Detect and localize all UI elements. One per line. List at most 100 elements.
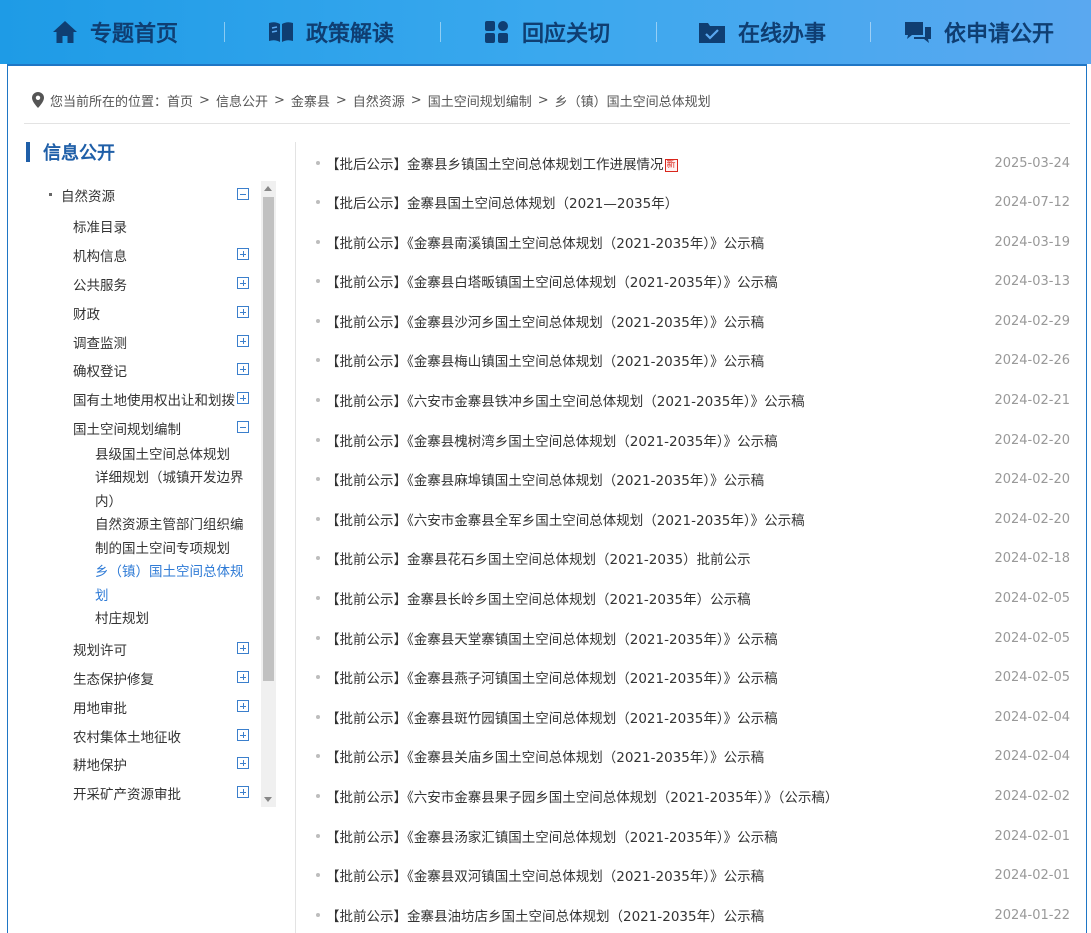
expand-icon[interactable] xyxy=(237,363,249,375)
scrollbar-thumb[interactable] xyxy=(263,197,274,681)
nav-item-label: 专题首页 xyxy=(90,22,179,47)
tree-item-farmland[interactable]: 耕地保护 xyxy=(73,754,127,774)
tree-item-land-approval[interactable]: 用地审批 xyxy=(73,697,127,717)
tree-item-eco-restore[interactable]: 生态保护修复 xyxy=(73,668,154,688)
list-item[interactable]: 【批前公示】《金寨县梅山镇国土空间总体规划（2021-2035年）》公示稿 202… xyxy=(316,350,1070,370)
nav-item-home[interactable]: 专题首页 xyxy=(52,0,178,64)
nav-item-application[interactable]: 依申请公开 xyxy=(904,0,1054,64)
list-item-title[interactable]: 【批前公示】《六安市金寨县铁冲乡国土空间总体规划（2021-2035年）》公示稿 xyxy=(326,390,994,410)
collapse-icon[interactable] xyxy=(237,188,249,200)
nav-item-online-service[interactable]: 在线办事 xyxy=(698,0,826,64)
scroll-up-arrow-icon[interactable] xyxy=(264,186,272,191)
list-item[interactable]: 【批前公示】金寨县油坊店乡国土空间总体规划（2021-2035年）公示稿 2024… xyxy=(316,905,1070,925)
tree-subitem-village-plan[interactable]: 村庄规划 xyxy=(95,608,255,632)
sidebar-scrollbar[interactable] xyxy=(261,181,276,807)
list-item[interactable]: 【批前公示】《金寨县沙河乡国土空间总体规划（2021-2035年）》公示稿 202… xyxy=(316,311,1070,331)
breadcrumb-info-public[interactable]: 信息公开 xyxy=(216,91,268,110)
list-item-date: 2024-02-04 xyxy=(994,748,1070,764)
list-item-title[interactable]: 【批前公示】《六安市金寨县果子园乡国土空间总体规划（2021-2035年）》（公… xyxy=(326,786,994,806)
breadcrumb-current[interactable]: 乡（镇）国土空间总体规划 xyxy=(555,91,711,110)
expand-icon[interactable] xyxy=(237,786,249,798)
expand-icon[interactable] xyxy=(237,700,249,712)
tree-root-natural-resources[interactable]: 自然资源 xyxy=(61,185,115,205)
sidebar-title: 信息公开 xyxy=(26,140,115,164)
list-item-title[interactable]: 【批前公示】《金寨县麻埠镇国土空间总体规划（2021-2035年）》公示稿 xyxy=(326,469,994,489)
list-item[interactable]: 【批前公示】《金寨县槐树湾乡国土空间总体规划（2021-2035年）》公示稿 20… xyxy=(316,430,1070,450)
list-item-date: 2024-02-01 xyxy=(994,828,1070,844)
nav-item-policy[interactable]: 政策解读 xyxy=(268,0,394,64)
scroll-down-arrow-icon[interactable] xyxy=(264,797,272,802)
list-item-title[interactable]: 【批前公示】《金寨县槐树湾乡国土空间总体规划（2021-2035年）》公示稿 xyxy=(326,430,994,450)
tree-item-land-transfer[interactable]: 国有土地使用权出让和划拨 xyxy=(73,389,235,409)
list-item-title[interactable]: 【批前公示】金寨县油坊店乡国土空间总体规划（2021-2035年）公示稿 xyxy=(326,905,994,925)
breadcrumb-home[interactable]: 首页 xyxy=(167,91,193,110)
list-item[interactable]: 【批前公示】《金寨县麻埠镇国土空间总体规划（2021-2035年）》公示稿 202… xyxy=(316,469,1070,489)
tree-subitem-township-plan[interactable]: 乡（镇）国土空间总体规划 xyxy=(95,561,250,608)
list-item[interactable]: 【批前公示】《金寨县关庙乡国土空间总体规划（2021-2035年）》公示稿 202… xyxy=(316,746,1070,766)
tree-item-survey[interactable]: 调查监测 xyxy=(73,332,127,352)
tree-subitem-detail-plan[interactable]: 详细规划（城镇开发边界内） xyxy=(95,467,250,514)
list-item[interactable]: 【批前公示】《金寨县燕子河镇国土空间总体规划（2021-2035年）》公示稿 20… xyxy=(316,667,1070,687)
nav-item-response[interactable]: 回应关切 xyxy=(484,0,610,64)
list-item[interactable]: 【批前公示】《金寨县南溪镇国土空间总体规划（2021-2035年）》公示稿 202… xyxy=(316,232,1070,252)
list-item-date: 2024-02-20 xyxy=(994,471,1070,487)
expand-icon[interactable] xyxy=(237,671,249,683)
list-bullet xyxy=(316,398,320,402)
list-item[interactable]: 【批前公示】《金寨县白塔畈镇国土空间总体规划（2021-2035年）》公示稿 20… xyxy=(316,271,1070,291)
list-item[interactable]: 【批后公示】金寨县国土空间总体规划（2021—2035年） 2024-07-12 xyxy=(316,192,1070,212)
list-item-title[interactable]: 【批后公示】金寨县乡镇国土空间总体规划工作进展情况新 xyxy=(326,153,994,173)
collapse-icon[interactable] xyxy=(237,421,249,433)
home-icon xyxy=(53,21,77,43)
list-item[interactable]: 【批前公示】《金寨县斑竹园镇国土空间总体规划（2021-2035年）》公示稿 20… xyxy=(316,707,1070,727)
expand-icon[interactable] xyxy=(237,757,249,769)
tree-item-registration[interactable]: 确权登记 xyxy=(73,360,127,380)
tree-subitem-county-plan[interactable]: 县级国土空间总体规划 xyxy=(95,444,255,468)
breadcrumb-spatial-planning[interactable]: 国土空间规划编制 xyxy=(428,91,532,110)
tree-item-org-info[interactable]: 机构信息 xyxy=(73,245,127,265)
list-item[interactable]: 【批前公示】《金寨县双河镇国土空间总体规划（2021-2035年）》公示稿 202… xyxy=(316,865,1070,885)
list-item-title[interactable]: 【批前公示】《金寨县关庙乡国土空间总体规划（2021-2035年）》公示稿 xyxy=(326,746,994,766)
tree-item-mining[interactable]: 开采矿产资源审批 xyxy=(73,783,181,803)
list-item-title[interactable]: 【批前公示】《金寨县斑竹园镇国土空间总体规划（2021-2035年）》公示稿 xyxy=(326,707,994,727)
expand-icon[interactable] xyxy=(237,729,249,741)
list-item-title[interactable]: 【批后公示】金寨县国土空间总体规划（2021—2035年） xyxy=(326,192,994,212)
tree-item-finance[interactable]: 财政 xyxy=(73,303,100,323)
grid-icon xyxy=(485,21,508,43)
list-item[interactable]: 【批后公示】金寨县乡镇国土空间总体规划工作进展情况新 2025-03-24 xyxy=(316,153,1070,173)
list-item[interactable]: 【批前公示】《六安市金寨县果子园乡国土空间总体规划（2021-2035年）》（公… xyxy=(316,786,1070,806)
list-item[interactable]: 【批前公示】《六安市金寨县全军乡国土空间总体规划（2021-2035年）》公示稿… xyxy=(316,509,1070,529)
list-item-title[interactable]: 【批前公示】《金寨县沙河乡国土空间总体规划（2021-2035年）》公示稿 xyxy=(326,311,994,331)
list-item-date: 2025-03-24 xyxy=(994,155,1070,171)
expand-icon[interactable] xyxy=(237,335,249,347)
list-item[interactable]: 【批前公示】《六安市金寨县铁冲乡国土空间总体规划（2021-2035年）》公示稿… xyxy=(316,390,1070,410)
list-item-title[interactable]: 【批前公示】金寨县长岭乡国土空间总体规划（2021-2035年）公示稿 xyxy=(326,588,994,608)
expand-icon[interactable] xyxy=(237,642,249,654)
list-item[interactable]: 【批前公示】金寨县长岭乡国土空间总体规划（2021-2035年）公示稿 2024-… xyxy=(316,588,1070,608)
list-item-title[interactable]: 【批前公示】《六安市金寨县全军乡国土空间总体规划（2021-2035年）》公示稿 xyxy=(326,509,994,529)
tree-item-standard-catalog[interactable]: 标准目录 xyxy=(73,216,127,236)
list-item-title[interactable]: 【批前公示】《金寨县双河镇国土空间总体规划（2021-2035年）》公示稿 xyxy=(326,865,994,885)
sidebar-title-bar xyxy=(26,142,30,162)
tree-item-spatial-planning[interactable]: 国土空间规划编制 xyxy=(73,418,181,438)
list-item[interactable]: 【批前公示】《金寨县汤家汇镇国土空间总体规划（2021-2035年）》公示稿 20… xyxy=(316,826,1070,846)
breadcrumb-natural-resources[interactable]: 自然资源 xyxy=(353,91,405,110)
tree-subitem-special-plan[interactable]: 自然资源主管部门组织编制的国土空间专项规划 xyxy=(95,514,250,561)
list-item-title[interactable]: 【批前公示】《金寨县汤家汇镇国土空间总体规划（2021-2035年）》公示稿 xyxy=(326,826,994,846)
list-item[interactable]: 【批前公示】《金寨县天堂寨镇国土空间总体规划（2021-2035年）》公示稿 20… xyxy=(316,628,1070,648)
list-item-title[interactable]: 【批前公示】金寨县花石乡国土空间总体规划（2021-2035）批前公示 xyxy=(326,548,994,568)
list-item-title[interactable]: 【批前公示】《金寨县燕子河镇国土空间总体规划（2021-2035年）》公示稿 xyxy=(326,667,994,687)
list-item-date: 2024-02-29 xyxy=(994,313,1070,329)
list-item-title[interactable]: 【批前公示】《金寨县南溪镇国土空间总体规划（2021-2035年）》公示稿 xyxy=(326,232,994,252)
expand-icon[interactable] xyxy=(237,248,249,260)
list-item[interactable]: 【批前公示】金寨县花石乡国土空间总体规划（2021-2035）批前公示 2024-… xyxy=(316,548,1070,568)
list-item-title[interactable]: 【批前公示】《金寨县梅山镇国土空间总体规划（2021-2035年）》公示稿 xyxy=(326,350,994,370)
expand-icon[interactable] xyxy=(237,277,249,289)
list-item-title[interactable]: 【批前公示】《金寨县白塔畈镇国土空间总体规划（2021-2035年）》公示稿 xyxy=(326,271,994,291)
list-item-title[interactable]: 【批前公示】《金寨县天堂寨镇国土空间总体规划（2021-2035年）》公示稿 xyxy=(326,628,994,648)
tree-item-planning-permit[interactable]: 规划许可 xyxy=(73,639,127,659)
tree-item-public-service[interactable]: 公共服务 xyxy=(73,274,127,294)
tree-item-land-requisition[interactable]: 农村集体土地征收 xyxy=(73,726,181,746)
expand-icon[interactable] xyxy=(237,306,249,318)
breadcrumb-county[interactable]: 金寨县 xyxy=(291,91,330,110)
expand-icon[interactable] xyxy=(237,392,249,404)
